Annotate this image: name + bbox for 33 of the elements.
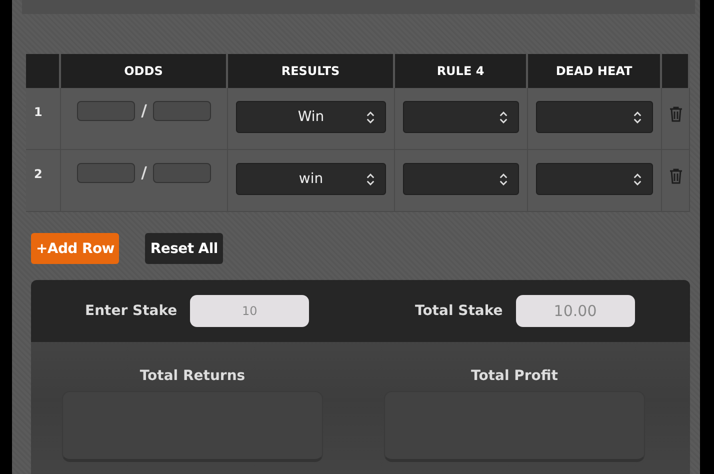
select-field[interactable] xyxy=(536,101,653,133)
select-field[interactable]: win xyxy=(236,163,386,195)
trash-icon[interactable] xyxy=(668,106,682,122)
column-header: RESULTS xyxy=(228,54,395,88)
trash-icon[interactable] xyxy=(668,168,682,184)
header-cell xyxy=(26,54,61,88)
select-field[interactable] xyxy=(536,163,653,195)
chevron-icon xyxy=(366,111,375,124)
reset-button[interactable]: Reset All xyxy=(145,233,223,264)
total-stake-label: Total Stake xyxy=(415,303,503,319)
odds-separator: / xyxy=(141,101,147,121)
total-label: Total Profit xyxy=(470,368,559,386)
select-field[interactable]: Win xyxy=(236,101,386,133)
row-number: 1 xyxy=(26,88,61,150)
select-field[interactable] xyxy=(403,163,519,195)
odds-field[interactable] xyxy=(152,101,211,121)
column-header: DEAD HEAT xyxy=(528,54,662,88)
total-label: Total Returns xyxy=(138,368,246,386)
chevron-icon xyxy=(633,111,642,124)
odds-field[interactable] xyxy=(77,163,136,183)
column-header: ODDS xyxy=(61,54,228,88)
stake-label: Enter Stake xyxy=(85,303,178,319)
total-stake-field: 10.00 xyxy=(516,295,635,327)
chevron-icon xyxy=(499,173,508,186)
select-field[interactable] xyxy=(403,101,519,133)
row-number: 2 xyxy=(26,150,61,212)
odds-field[interactable] xyxy=(77,101,136,121)
column-header: RULE 4 xyxy=(395,54,528,88)
odds-field[interactable] xyxy=(152,163,211,183)
chevron-icon xyxy=(366,173,375,186)
odds-separator: / xyxy=(141,163,147,183)
chevron-icon xyxy=(499,111,508,124)
chevron-icon xyxy=(633,173,642,186)
